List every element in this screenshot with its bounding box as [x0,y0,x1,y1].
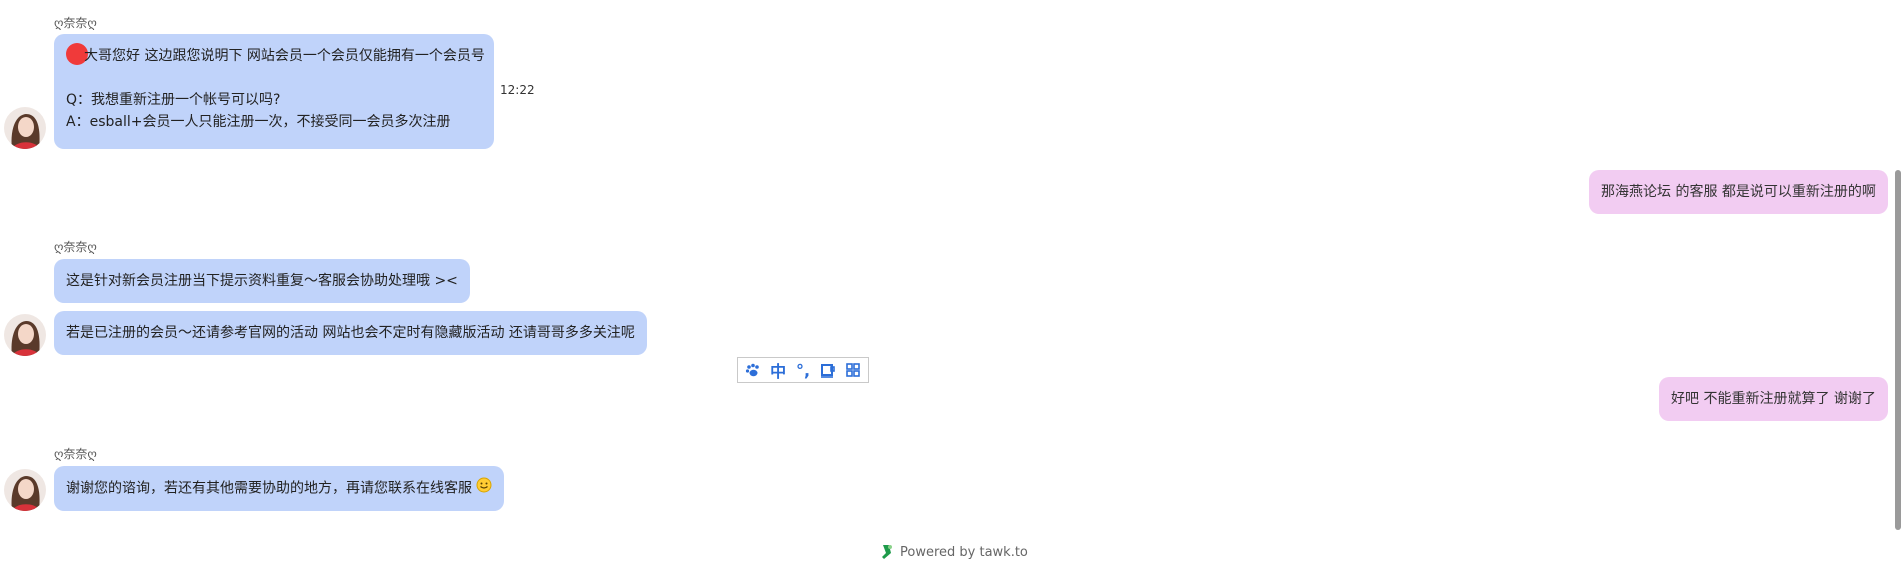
ime-toolbar[interactable]: 中 °, [737,357,869,383]
agent-message-bubble: 若是已注册的会员～还请参考官网的活动 网站也会不定时有隐藏版活动 还请哥哥多多关… [54,311,647,355]
agent-message-bubble: 大哥您好 这边跟您说明下 网站会员一个会员仅能拥有一个会员号 Q：我想重新注册一… [54,34,494,149]
cup-icon[interactable] [817,359,839,381]
smile-emoji-icon [476,477,492,500]
message-timestamp: 12:22 [500,83,535,97]
agent-name: ღ奈奈ღ [54,447,97,461]
scrollbar[interactable] [1894,0,1902,581]
agent-message-bubble: 这是针对新会员注册当下提示资料重复～客服会协助处理哦 >< [54,259,470,303]
paw-icon[interactable] [742,359,764,381]
message-line-3: A：esball+会员一人只能注册一次，不接受同一会员多次注册 [66,114,451,130]
input-mode-toggle[interactable]: 中 [767,359,789,381]
agent-avatar [4,314,46,356]
avatar-image [4,107,46,149]
agent-message-bubble: 谢谢您的谘询，若还有其他需要协助的地方，再请您联系在线客服 [54,466,505,511]
punctuation-toggle[interactable]: °, [792,359,814,381]
scrollbar-thumb[interactable] [1895,170,1901,530]
visitor-message-bubble: 好吧 不能重新注册就算了 谢谢了 [1659,377,1888,421]
agent-avatar [4,107,46,149]
visitor-message-bubble: 那海燕论坛 的客服 都是说可以重新注册的啊 [1589,170,1888,214]
powered-by-text: Powered by tawk.to [900,544,1028,560]
grid-icon[interactable] [842,359,864,381]
avatar-image [4,314,46,356]
agent-name: ღ奈奈ღ [54,240,97,254]
agent-avatar [4,469,46,511]
chat-window: ღ奈奈ღ 大哥您好 这边跟您说明下 网站会员一个会员仅能拥有一个会员号 Q：我想… [0,0,1902,581]
message-line-2: Q：我想重新注册一个帐号可以吗? [66,92,281,108]
agent-name: ღ奈奈ღ [54,16,97,30]
tawk-logo-icon [882,545,892,559]
powered-by-link[interactable]: Powered by tawk.to [880,544,1028,560]
message-line-1: 大哥您好 这边跟您说明下 网站会员一个会员仅能拥有一个会员号 [66,43,485,67]
avatar-image [4,469,46,511]
